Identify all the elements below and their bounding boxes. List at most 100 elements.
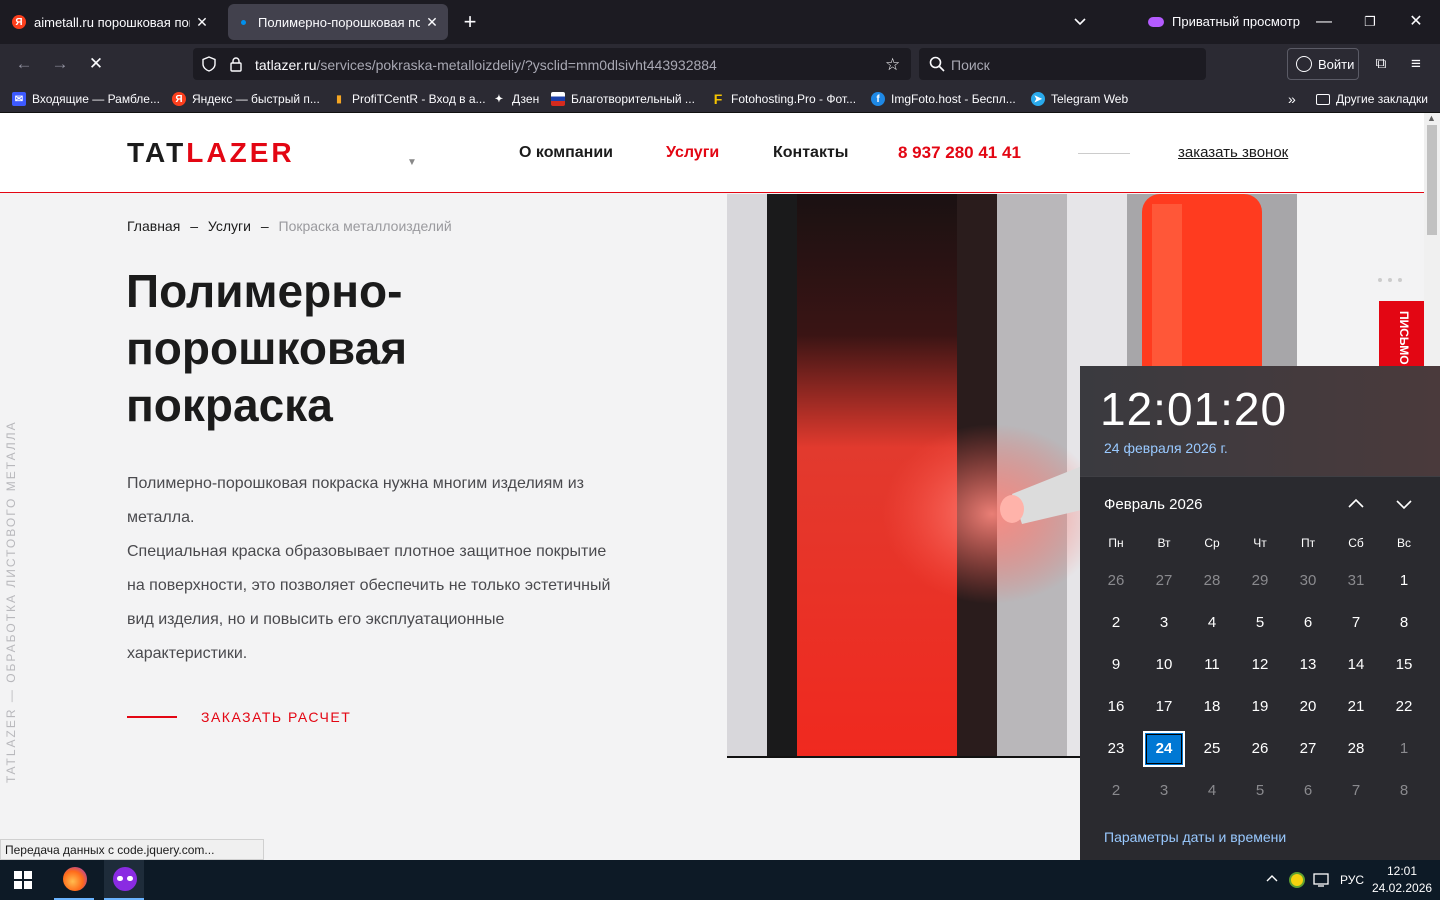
calendar-day[interactable]: 28 (1190, 563, 1234, 599)
breadcrumb-home[interactable]: Главная (127, 218, 180, 234)
calendar-day[interactable]: 27 (1142, 563, 1186, 599)
tray-app-icon[interactable] (1289, 872, 1305, 888)
calendar-day[interactable]: 6 (1286, 773, 1330, 809)
calendar-day[interactable]: 26 (1094, 563, 1138, 599)
page-title: Полимерно- порошковая покраска (126, 263, 407, 434)
tab-tatlazer[interactable]: Полимерно-порошковая покр ✕ (228, 4, 448, 40)
calendar-day[interactable]: 6 (1286, 605, 1330, 641)
calendar-day[interactable]: 25 (1190, 731, 1234, 767)
list-tabs-icon[interactable] (1066, 8, 1094, 36)
nav-services[interactable]: Услуги (666, 144, 719, 162)
calendar-day[interactable]: 11 (1190, 647, 1234, 683)
calendar-day[interactable]: 9 (1094, 647, 1138, 683)
title-line: порошковая (126, 322, 408, 374)
shield-icon[interactable] (201, 56, 217, 77)
calendar-day[interactable]: 21 (1334, 689, 1378, 725)
calendar-day[interactable]: 16 (1094, 689, 1138, 725)
cta-line (127, 716, 177, 718)
nav-about[interactable]: О компании (519, 144, 613, 162)
calendar-day[interactable]: 8 (1382, 773, 1426, 809)
calendar-day[interactable]: 29 (1238, 563, 1282, 599)
calendar-day[interactable]: 17 (1142, 689, 1186, 725)
bookmark-item[interactable]: ▮ ProfiTCentR - Вход в а... (332, 90, 485, 108)
restore-button[interactable]: ❐ (1356, 8, 1384, 36)
taskbar-clock[interactable]: 12:01 24.02.2026 (1372, 863, 1432, 897)
calendar-day[interactable]: 1 (1382, 563, 1426, 599)
firefox-private-taskbar-button[interactable] (104, 860, 144, 900)
nav-contacts[interactable]: Контакты (773, 144, 848, 162)
calendar-day[interactable]: 2 (1094, 773, 1138, 809)
calendar-day[interactable]: 13 (1286, 647, 1330, 683)
scroll-up-icon[interactable]: ▲ (1427, 113, 1436, 123)
calendar-day[interactable]: 4 (1190, 605, 1234, 641)
bookmark-item[interactable]: f ImgFoto.host - Беспл... (871, 90, 1016, 108)
tab-strip: Я aimetall.ru порошковая покра ✕ Полимер… (0, 0, 1440, 44)
bookmark-label: Благотворительный ... (571, 92, 695, 106)
close-window-button[interactable]: ✕ (1402, 8, 1430, 36)
calendar-day[interactable]: 2 (1094, 605, 1138, 641)
calendar-day[interactable]: 26 (1238, 731, 1282, 767)
caret-down-icon[interactable]: ▼ (407, 157, 417, 168)
new-tab-button[interactable]: + (456, 8, 484, 36)
bookmark-star-icon[interactable]: ☆ (885, 55, 900, 75)
bookmarks-overflow-icon[interactable]: » (1288, 90, 1296, 108)
firefox-taskbar-button[interactable] (54, 860, 94, 900)
lock-icon[interactable] (229, 56, 243, 77)
show-hidden-icons-icon[interactable] (1266, 872, 1278, 887)
search-bar[interactable]: Поиск (919, 48, 1206, 80)
callback-link[interactable]: заказать звонок (1178, 144, 1288, 161)
calendar-day[interactable]: 4 (1190, 773, 1234, 809)
forward-button[interactable]: → (46, 50, 74, 78)
calendar-day[interactable]: 27 (1286, 731, 1330, 767)
network-icon[interactable] (1313, 872, 1331, 893)
calendar-day[interactable]: 7 (1334, 605, 1378, 641)
order-calculation-button[interactable]: ЗАКАЗАТЬ РАСЧЕТ (127, 709, 351, 725)
calendar-day[interactable]: 23 (1094, 731, 1138, 767)
calendar-day[interactable]: 28 (1334, 731, 1378, 767)
bookmark-label: Входящие — Рамбле... (32, 92, 160, 106)
calendar-day[interactable]: 14 (1334, 647, 1378, 683)
calendar-day[interactable]: 22 (1382, 689, 1426, 725)
close-tab-icon[interactable]: ✕ (424, 14, 440, 31)
bookmark-item[interactable]: Благотворительный ... (551, 90, 695, 108)
calendar-day[interactable]: 5 (1238, 605, 1282, 641)
extensions-icon[interactable]: ⧉ (1367, 50, 1395, 78)
calendar-day[interactable]: 10 (1142, 647, 1186, 683)
calendar-day[interactable]: 3 (1142, 605, 1186, 641)
calendar-day[interactable]: 18 (1190, 689, 1234, 725)
calendar-day[interactable]: 31 (1334, 563, 1378, 599)
calendar-day[interactable]: 5 (1238, 773, 1282, 809)
url-text[interactable]: tatlazer.ru/services/pokraska-metalloizd… (255, 57, 717, 73)
bookmark-item[interactable]: ✦ Дзен (492, 90, 539, 108)
scrollbar-thumb[interactable] (1427, 125, 1437, 235)
date-time-settings-link[interactable]: Параметры даты и времени (1104, 829, 1286, 845)
windows-start-icon[interactable] (14, 871, 32, 894)
calendar-day[interactable]: 1 (1382, 731, 1426, 767)
calendar-day[interactable]: 20 (1286, 689, 1330, 725)
menu-icon[interactable]: ≡ (1402, 50, 1430, 78)
phone-link[interactable]: 8 937 280 41 41 (898, 143, 1021, 163)
stop-button[interactable]: ✕ (82, 50, 110, 78)
calendar-day[interactable]: 15 (1382, 647, 1426, 683)
calendar-day[interactable]: 30 (1286, 563, 1330, 599)
bookmark-item[interactable]: F Fotohosting.Pro - Фот... (711, 90, 856, 108)
calendar-day[interactable]: 12 (1238, 647, 1282, 683)
bookmark-item[interactable]: ✉ Входящие — Рамбле... (12, 90, 160, 108)
bookmark-item[interactable]: Я Яндекс — быстрый п... (172, 90, 320, 108)
calendar-day[interactable]: 3 (1142, 773, 1186, 809)
other-bookmarks-folder[interactable]: Другие закладки (1316, 90, 1428, 108)
signin-button[interactable]: Войти (1287, 48, 1359, 80)
site-logo[interactable]: TATLAZER (127, 137, 295, 169)
breadcrumb-services[interactable]: Услуги (208, 218, 251, 234)
input-language[interactable]: РУС (1340, 873, 1364, 887)
calendar-day[interactable]: 7 (1334, 773, 1378, 809)
calendar-day[interactable]: 8 (1382, 605, 1426, 641)
calendar-day-today[interactable]: 24 (1143, 731, 1185, 767)
close-tab-icon[interactable]: ✕ (194, 14, 210, 31)
minimize-button[interactable]: — (1310, 8, 1338, 36)
url-bar[interactable]: tatlazer.ru/services/pokraska-metalloizd… (193, 48, 911, 80)
bookmark-item[interactable]: ➤ Telegram Web (1031, 90, 1128, 108)
tab-aimetall[interactable]: Я aimetall.ru порошковая покра ✕ (4, 4, 218, 40)
calendar-day[interactable]: 19 (1238, 689, 1282, 725)
back-button[interactable]: ← (10, 50, 38, 78)
